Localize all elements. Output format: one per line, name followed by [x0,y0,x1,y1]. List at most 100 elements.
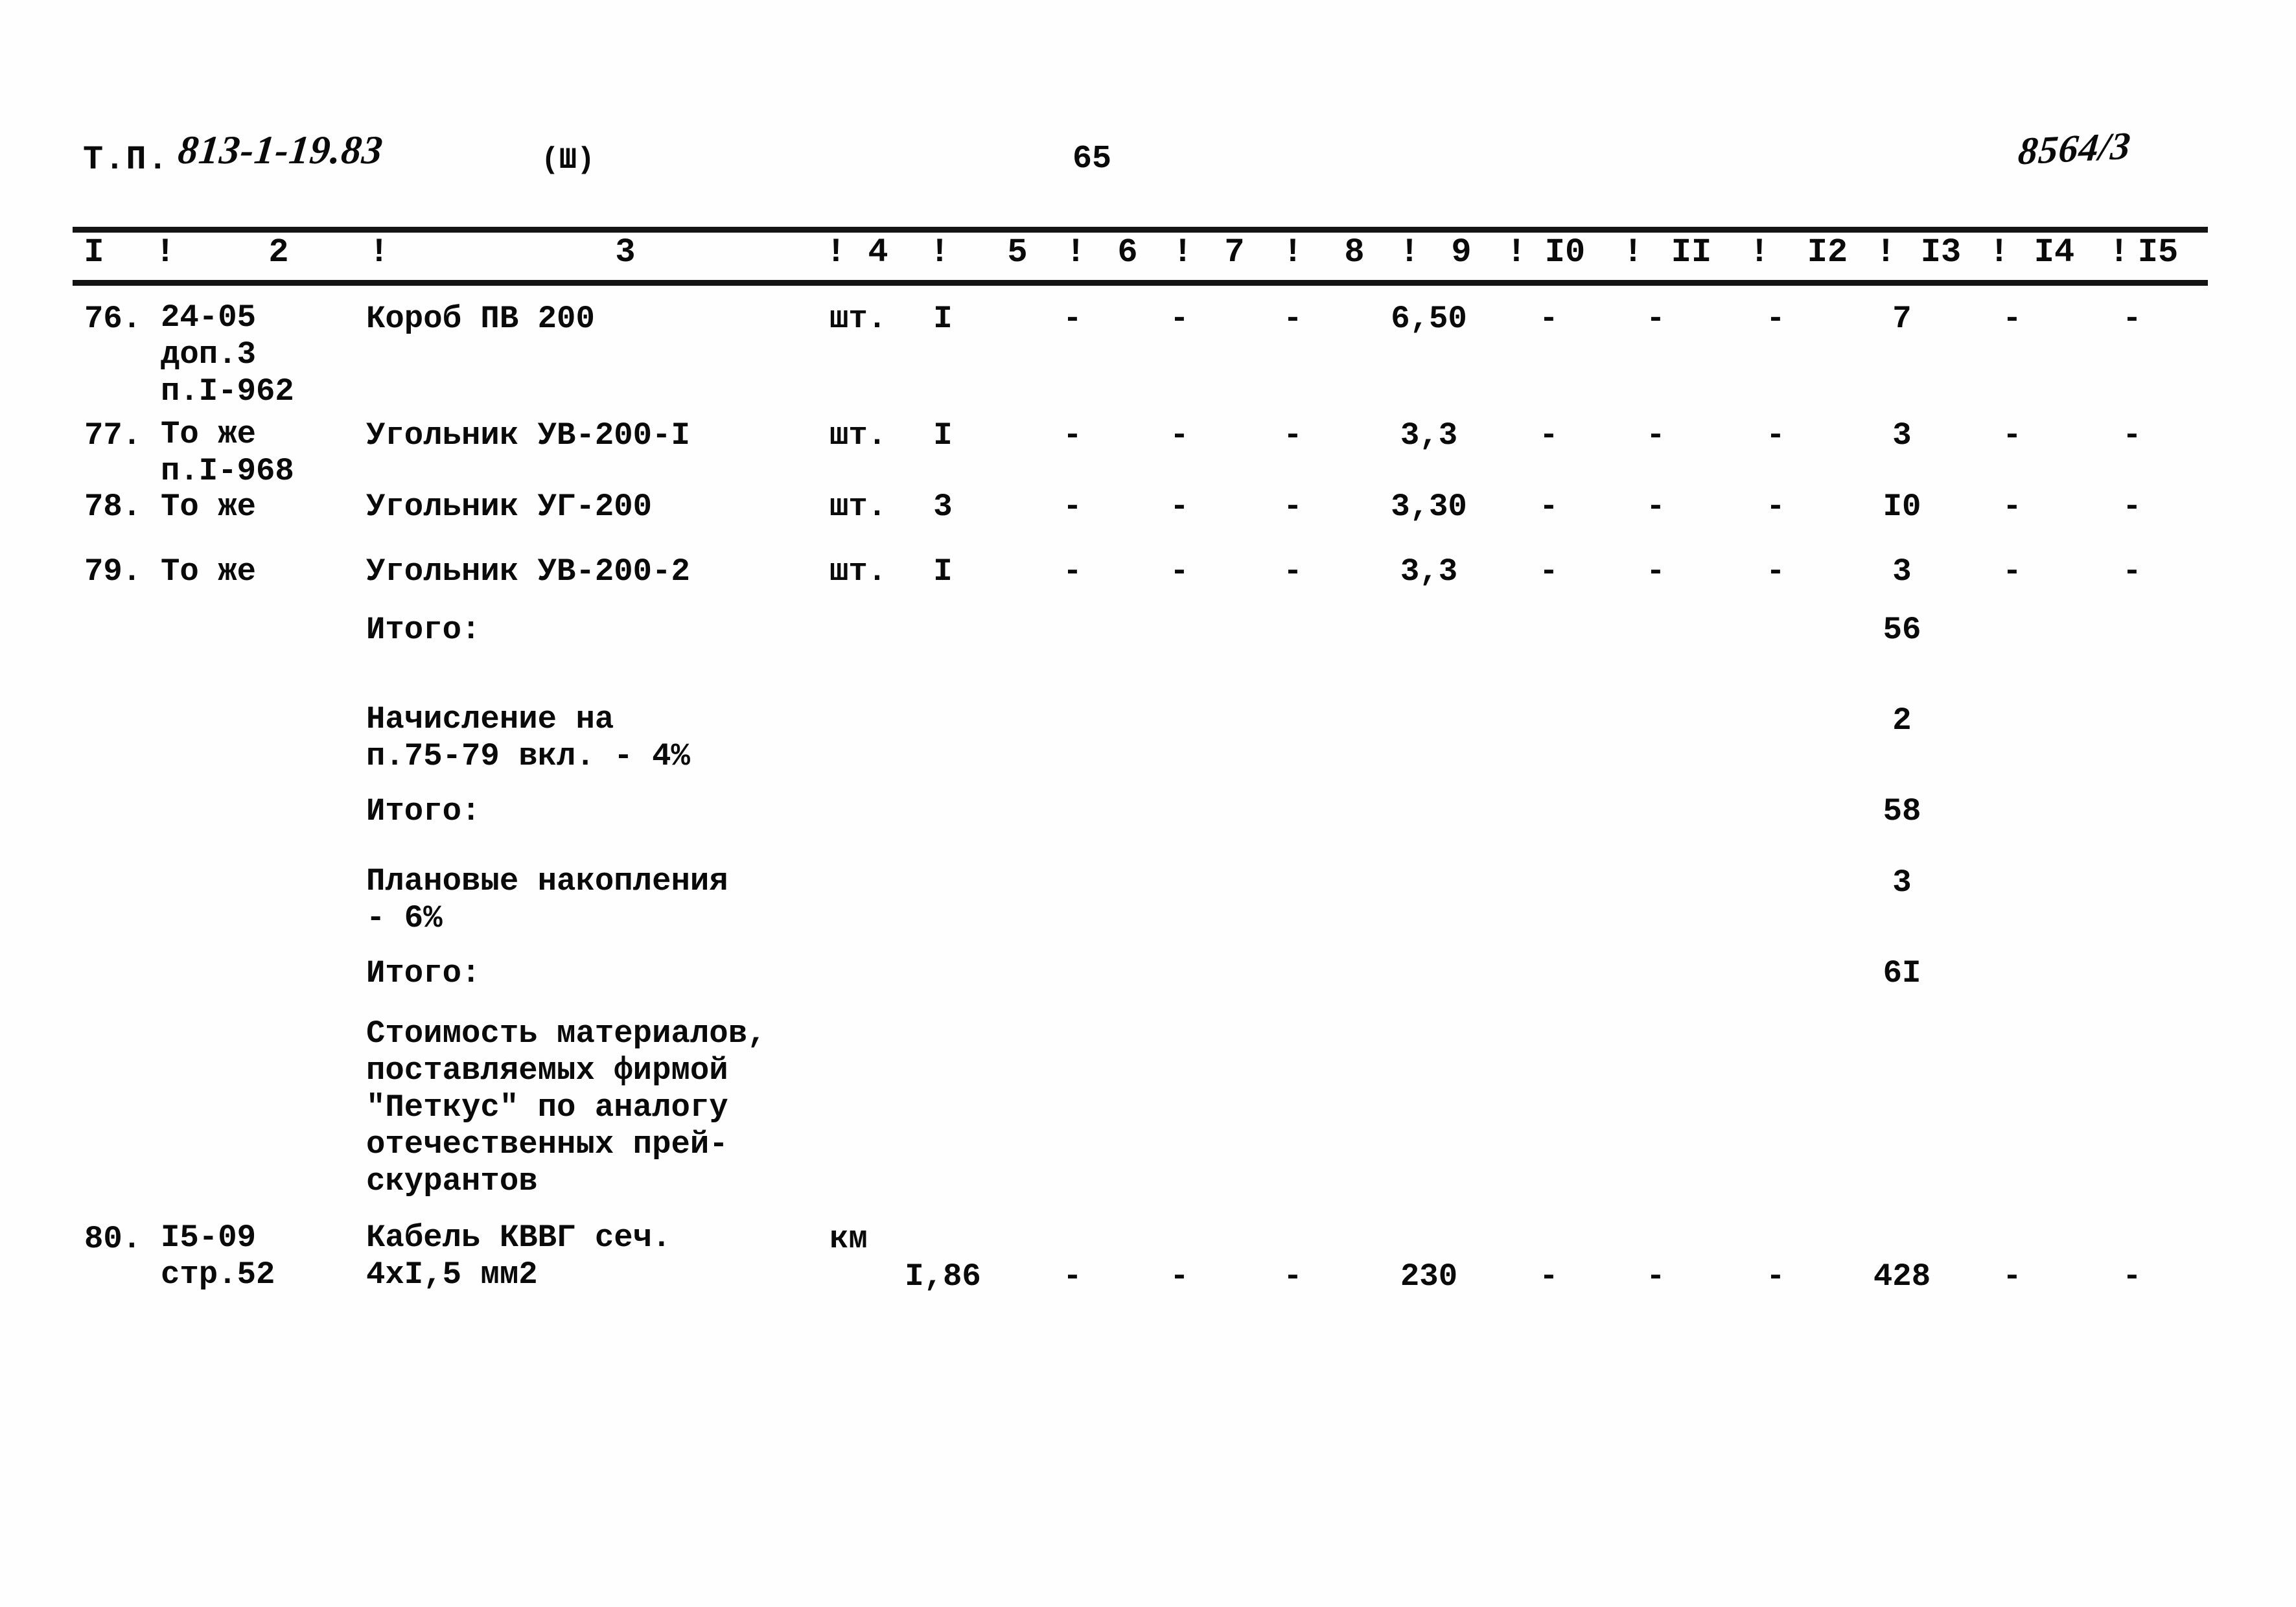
column-header-10: I0 [1544,233,1586,272]
table-top-rule [73,227,2208,233]
document-page: Т.П. 813-1-19.83 (Ш) 65 8564/3 I23456789… [0,0,2296,1607]
row-value-col12: 3 [1892,553,1912,590]
row-empty-value-col10: - [1646,489,1665,525]
row-empty-value-col9: - [1539,417,1559,454]
row-number: 77. [84,417,142,454]
column-separator-10: ! [1623,233,1643,272]
column-header-1: I [84,233,104,272]
row-empty-value-col10: - [1646,417,1665,454]
row-value-col12: 3 [1892,864,1912,901]
row-empty-value-col10: - [1646,553,1665,590]
row-empty-value-col7: - [1283,301,1303,337]
row-empty-value-col7: - [1283,417,1303,454]
row-description: Угольник УГ-200 [366,489,653,525]
row-empty-value-col14: - [2122,1258,2142,1295]
row-empty-value-col5: - [1063,489,1082,525]
column-separator-9: ! [1506,233,1527,272]
row-reference-code: I5-09 стр.52 [161,1220,275,1293]
row-empty-value-col9: - [1539,1258,1559,1295]
row-empty-value-col9: - [1539,301,1559,337]
row-empty-value-col7: - [1283,489,1303,525]
row-empty-value-col11: - [1766,301,1785,337]
row-empty-value-col14: - [2122,553,2142,590]
row-value-col4: I [933,417,953,454]
document-type-prefix: Т.П. [83,141,169,179]
row-empty-value-col6: - [1170,489,1189,525]
document-code: 813-1-19.83 [176,128,386,172]
row-unit: км [829,1221,868,1257]
column-header-11: II [1671,233,1712,272]
row-empty-value-col11: - [1766,417,1785,454]
row-empty-value-col6: - [1170,301,1189,337]
column-separator-7: ! [1282,233,1303,272]
row-unit: шт. [829,553,887,590]
page-header: Т.П. 813-1-19.83 (Ш) 65 8564/3 [0,124,2296,198]
column-header-3: 3 [615,233,636,272]
column-header-7: 7 [1224,233,1245,272]
row-empty-value-col5: - [1063,417,1082,454]
row-empty-value-col6: - [1170,1258,1189,1295]
row-value-col8: 6,50 [1391,301,1467,337]
row-value-col12: 56 [1883,612,1921,648]
row-description: Кабель КВВГ сеч. 4xI,5 мм2 [366,1220,671,1293]
column-header-2: 2 [268,233,289,272]
row-empty-value-col9: - [1539,489,1559,525]
row-value-col8: 3,30 [1391,489,1467,525]
column-separator-1: ! [155,233,176,272]
row-value-col8: 3,3 [1400,417,1458,454]
row-value-col8: 3,3 [1400,553,1458,590]
row-empty-value-col13: - [2002,301,2022,337]
column-header-9: 9 [1451,233,1472,272]
page-number: 65 [1073,141,1112,178]
column-separator-3: ! [826,233,846,272]
row-empty-value-col11: - [1766,1258,1785,1295]
row-description: Итого: [366,612,481,648]
row-empty-value-col11: - [1766,553,1785,590]
row-empty-value-col10: - [1646,301,1665,337]
table-body: 76. 24-05 доп.3 п.I-962 Короб ПВ 200 шт. I - -… [0,280,2296,1607]
document-part-marker: (Ш) [541,143,595,177]
row-value-col12: 58 [1883,793,1921,829]
row-reference-code: То же п.I-968 [161,416,294,489]
column-separator-6: ! [1172,233,1193,272]
row-value-col4: I [933,301,953,337]
row-number: 79. [84,553,142,590]
row-unit: шт. [829,417,887,454]
row-unit: шт. [829,301,887,337]
row-empty-value-col14: - [2122,489,2142,525]
row-value-col12: 2 [1892,702,1912,739]
row-description: Угольник УВ-200-I [366,417,690,454]
row-empty-value-col5: - [1063,1258,1082,1295]
column-header-15: I5 [2137,233,2179,272]
column-separator-4: ! [929,233,950,272]
row-empty-value-col13: - [2002,417,2022,454]
row-empty-value-col6: - [1170,417,1189,454]
row-value-col12: 3 [1892,417,1912,454]
row-note-text: Стоимость материалов, поставляемых фирмо… [366,1015,767,1199]
row-empty-value-col13: - [2002,489,2022,525]
row-empty-value-col7: - [1283,1258,1303,1295]
column-header-14: I4 [2034,233,2075,272]
row-number: 76. [84,301,142,337]
row-empty-value-col14: - [2122,417,2142,454]
table-column-header-row: I 2 3 4 5 6 7 8 9 I0 II I2 I3 I4 I5!!!!!!!!!!!!!! [0,233,2296,279]
row-description: Плановые накопления - 6% [366,863,728,936]
row-empty-value-col13: - [2002,553,2022,590]
row-empty-value-col5: - [1063,301,1082,337]
row-reference-code: 24-05 доп.3 п.I-962 [161,299,294,410]
row-unit: шт. [829,489,887,525]
column-separator-12: ! [1875,233,1896,272]
row-number: 80. [84,1221,142,1257]
column-header-6: 6 [1117,233,1138,272]
column-separator-11: ! [1749,233,1770,272]
row-value-col12: 6I [1883,955,1921,991]
row-description: Короб ПВ 200 [366,301,595,337]
row-value-col12: 7 [1892,301,1912,337]
row-value-col4: 3 [933,489,953,525]
column-header-13: I3 [1920,233,1962,272]
column-header-8: 8 [1344,233,1365,272]
column-header-12: I2 [1807,233,1848,272]
column-separator-5: ! [1065,233,1086,272]
row-value-col4: I,86 [905,1258,981,1295]
row-value-col8: 230 [1400,1258,1458,1295]
